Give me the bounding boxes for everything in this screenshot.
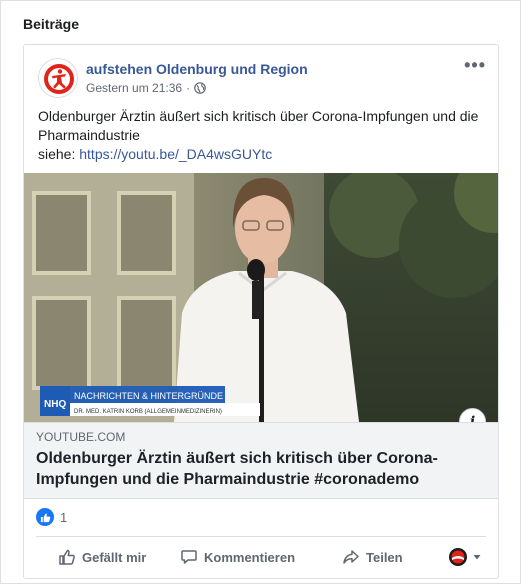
link-preview[interactable]: YOUTUBE.COM Oldenburger Ärztin äußert si…	[24, 422, 498, 499]
reaction-selector[interactable]	[448, 547, 482, 567]
video-thumbnail-image: NHQ NACHRICHTEN & HINTERGRÜNDE DR. MED. …	[24, 173, 498, 422]
share-label: Teilen	[366, 549, 403, 565]
lower-third-title: NACHRICHTEN & HINTERGRÜNDE	[74, 391, 223, 401]
aufstehen-logo-icon	[44, 64, 74, 94]
page-name-link[interactable]: aufstehen Oldenburg und Region	[86, 61, 308, 77]
section-title: Beiträge	[23, 16, 80, 32]
globe-icon[interactable]	[194, 82, 206, 94]
share-icon	[343, 550, 359, 564]
action-divider	[36, 536, 486, 537]
like-button[interactable]: Gefällt mir	[58, 548, 146, 566]
reaction-count: 1	[60, 509, 68, 525]
post-action-bar: Gefällt mir Kommentieren Teilen	[24, 540, 498, 574]
posts-panel: Beiträge aufstehen Oldenburg und Region …	[0, 0, 521, 584]
like-label: Gefällt mir	[82, 549, 147, 565]
post-text-link-line: siehe: https://youtu.be/_DA4wsGUYtc	[38, 145, 488, 164]
profile-avatar-icon	[449, 548, 467, 566]
post-text: Oldenburger Ärztin äußert sich kritisch …	[38, 107, 488, 164]
video-thumbnail[interactable]: NHQ NACHRICHTEN & HINTERGRÜNDE DR. MED. …	[24, 173, 498, 422]
post-text-line: Oldenburger Ärztin äußert sich kritisch …	[38, 108, 479, 143]
page-avatar[interactable]	[38, 58, 78, 98]
comment-button[interactable]: Kommentieren	[180, 548, 295, 566]
lower-third-subtitle: DR. MED. KATRIN KORB (ALLGEMEINMEDIZINER…	[74, 409, 222, 415]
link-title[interactable]: Oldenburger Ärztin äußert sich kritisch …	[36, 448, 476, 490]
comment-icon	[181, 550, 197, 564]
link-domain: YOUTUBE.COM	[36, 430, 126, 444]
chevron-down-icon	[473, 555, 481, 560]
share-button[interactable]: Teilen	[342, 548, 403, 566]
post-text-prefix: siehe:	[38, 146, 80, 162]
more-options-button[interactable]: •••	[464, 55, 486, 76]
post-timestamp[interactable]: Gestern um 21:36	[86, 81, 182, 95]
meta-separator: ·	[186, 81, 191, 95]
post-card: aufstehen Oldenburg und Region Gestern u…	[23, 44, 499, 579]
thumbs-up-icon	[59, 549, 75, 565]
like-reaction-icon	[36, 508, 54, 526]
reaction-summary[interactable]: 1	[36, 508, 67, 526]
youtube-link[interactable]: https://youtu.be/_DA4wsGUYtc	[79, 146, 272, 162]
comment-label: Kommentieren	[204, 549, 296, 565]
post-meta: Gestern um 21:36 ·	[86, 81, 206, 95]
nhq-brand-text: NHQ	[44, 399, 66, 410]
